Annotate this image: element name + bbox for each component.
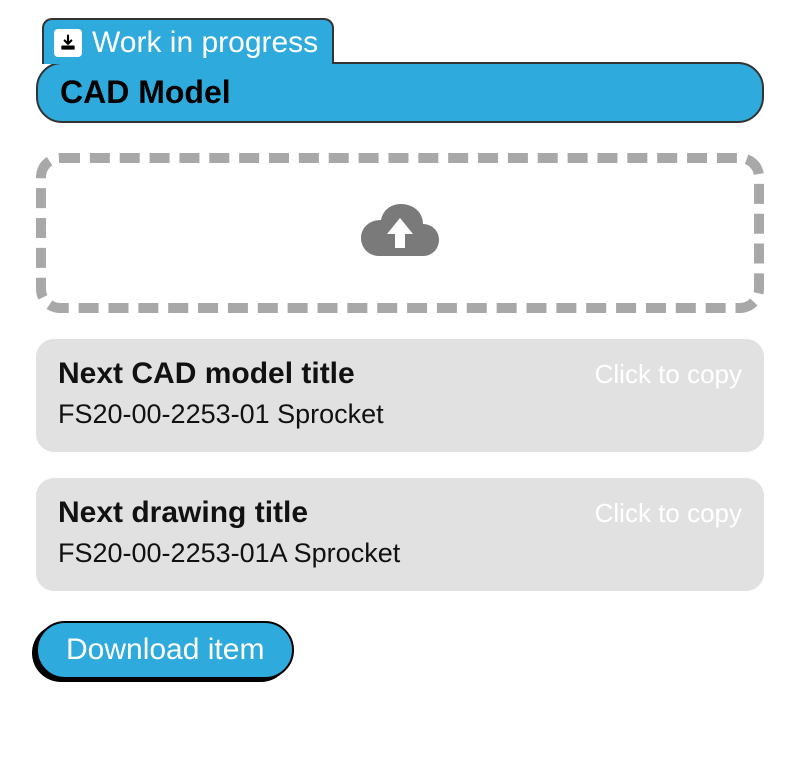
next-drawing-card: Next drawing title Click to copy FS20-00… [36, 478, 764, 591]
cloud-upload-icon [355, 196, 445, 271]
status-tab[interactable]: Work in progress [42, 18, 334, 64]
section-title: CAD Model [60, 74, 740, 111]
upload-dropzone[interactable] [36, 153, 764, 313]
section-header: CAD Model [36, 62, 764, 123]
card-value: FS20-00-2253-01 Sprocket [58, 399, 742, 430]
copy-button[interactable]: Click to copy [595, 498, 742, 529]
next-cad-model-card: Next CAD model title Click to copy FS20-… [36, 339, 764, 452]
download-item-button[interactable]: Download item [36, 621, 294, 679]
download-box-icon [54, 29, 82, 57]
card-value: FS20-00-2253-01A Sprocket [58, 538, 742, 569]
status-tab-label: Work in progress [92, 26, 318, 60]
copy-button[interactable]: Click to copy [595, 359, 742, 390]
card-title: Next drawing title [58, 496, 308, 530]
card-title: Next CAD model title [58, 357, 355, 391]
